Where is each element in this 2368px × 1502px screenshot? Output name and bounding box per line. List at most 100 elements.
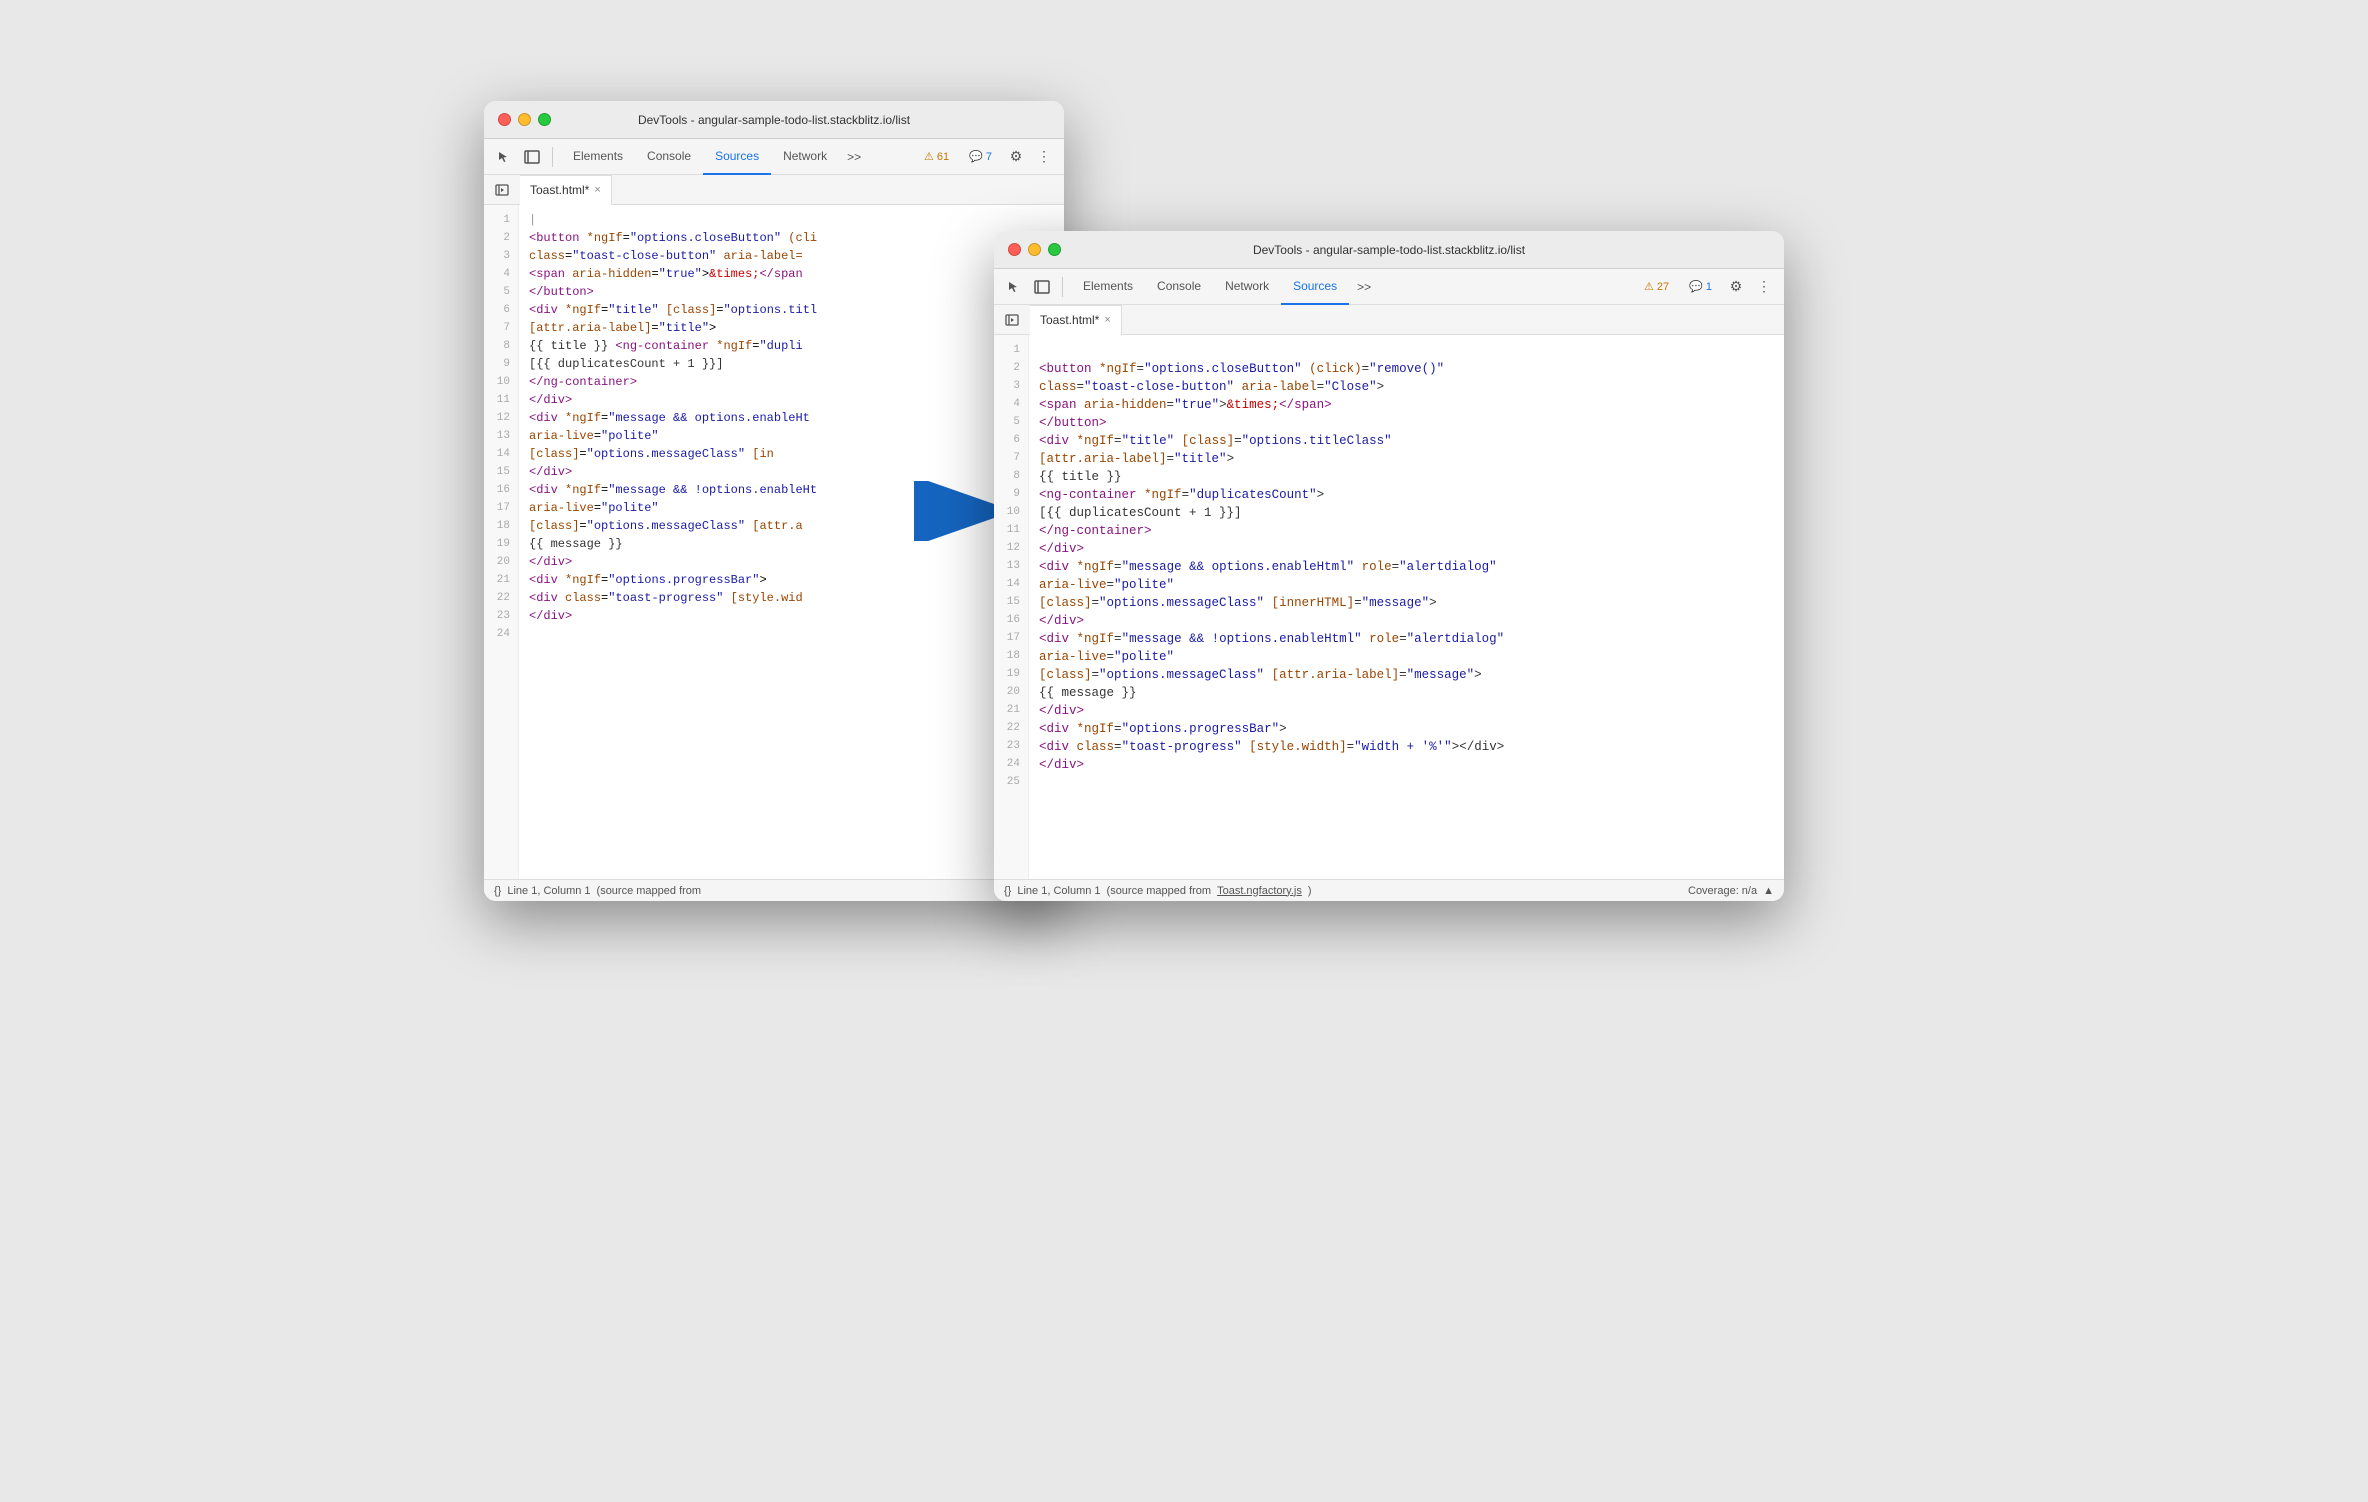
code-line: [class]="options.messageClass" [innerHTM…	[1039, 593, 1774, 611]
comment-badge-back[interactable]: 💬 7	[963, 148, 998, 165]
warning-icon-back: ⚠	[924, 150, 934, 163]
comment-count-front: 1	[1706, 281, 1712, 293]
source-map-front: (source mapped from	[1107, 885, 1212, 897]
comment-icon-back: 💬	[969, 150, 983, 163]
code-line: aria-live="polite"	[1039, 575, 1774, 593]
tab-bar-back: Elements Console Sources Network >>	[561, 139, 869, 175]
file-tab-close-front[interactable]: ×	[1104, 314, 1110, 326]
file-tab-name-back: Toast.html*	[530, 183, 589, 197]
source-map-link-front[interactable]: Toast.ngfactory.js	[1217, 885, 1302, 897]
warning-icon-front: ⚠	[1644, 280, 1654, 293]
code-line: <span aria-hidden="true">&times;</span>	[1039, 395, 1774, 413]
cursor-icon-back[interactable]	[492, 145, 516, 169]
tab-sources-back[interactable]: Sources	[703, 139, 771, 175]
minimize-button-back[interactable]	[518, 113, 531, 126]
file-tab-toast-back[interactable]: Toast.html* ×	[520, 175, 612, 205]
warning-count-front: 27	[1657, 281, 1669, 293]
code-lines-front: <button *ngIf="options.closeButton" (cli…	[1029, 335, 1784, 879]
cursor-position-back: Line 1, Column 1	[507, 885, 590, 897]
window-title-front: DevTools - angular-sample-todo-list.stac…	[1253, 243, 1525, 257]
tab-console-front[interactable]: Console	[1145, 269, 1213, 305]
tab-bar-front: Elements Console Network Sources >>	[1071, 269, 1379, 305]
code-line: </button>	[1039, 413, 1774, 431]
format-icon-back[interactable]: {}	[494, 885, 501, 897]
code-line: <div *ngIf="title" [class]="options.titl…	[1039, 431, 1774, 449]
code-area-back[interactable]: 12345 678910 1112131415 1617181920 21222…	[484, 205, 1064, 879]
code-line: </ng-container>	[1039, 521, 1774, 539]
tab-network-front[interactable]: Network	[1213, 269, 1281, 305]
status-bar-front: {} Line 1, Column 1 (source mapped from …	[994, 879, 1784, 901]
file-tab-name-front: Toast.html*	[1040, 313, 1099, 327]
code-area-front[interactable]: 12345 678910 1112131415 1617181920 21222…	[994, 335, 1784, 879]
toolbar-back: Elements Console Sources Network >> ⚠ 61…	[484, 139, 1064, 175]
close-button-back[interactable]	[498, 113, 511, 126]
tab-sources-front[interactable]: Sources	[1281, 269, 1349, 305]
more-options-icon-front[interactable]: ⋮	[1752, 275, 1776, 299]
code-lines-back: | <button *ngIf="options.closeButton" (c…	[519, 205, 1064, 879]
close-paren-front: )	[1308, 885, 1312, 897]
comment-badge-front[interactable]: 💬 1	[1683, 278, 1718, 295]
cursor-icon-front[interactable]	[1002, 275, 1026, 299]
settings-icon-back[interactable]: ⚙	[1004, 145, 1028, 169]
warning-badge-front[interactable]: ⚠ 27	[1638, 278, 1675, 295]
scroll-up-front[interactable]: ▲	[1763, 885, 1774, 897]
code-line: class="toast-close-button" aria-label="C…	[1039, 377, 1774, 395]
code-line: <div *ngIf="message && options.enableHtm…	[1039, 557, 1774, 575]
title-bar-front: DevTools - angular-sample-todo-list.stac…	[994, 231, 1784, 269]
code-line: <div class="toast-progress" [style.width…	[1039, 737, 1774, 755]
code-line: <ng-container *ngIf="duplicatesCount">	[1039, 485, 1774, 503]
separator-1-back	[552, 147, 553, 167]
window-title-back: DevTools - angular-sample-todo-list.stac…	[638, 113, 910, 127]
panel-icon-back[interactable]	[520, 145, 544, 169]
line-numbers-back: 12345 678910 1112131415 1617181920 21222…	[484, 205, 519, 879]
maximize-button-front[interactable]	[1048, 243, 1061, 256]
code-line: [{{ duplicatesCount + 1 }}]	[1039, 503, 1774, 521]
comment-icon-front: 💬	[1689, 280, 1703, 293]
tab-network-back[interactable]: Network	[771, 139, 839, 175]
file-tab-bar-front: Toast.html* ×	[994, 305, 1784, 335]
code-line: <div *ngIf="options.progressBar">	[1039, 719, 1774, 737]
code-line: </div>	[1039, 755, 1774, 773]
coverage-front: Coverage: n/a	[1688, 885, 1757, 897]
separator-1-front	[1062, 277, 1063, 297]
settings-icon-front[interactable]: ⚙	[1724, 275, 1748, 299]
code-line: [class]="options.messageClass" [attr.ari…	[1039, 665, 1774, 683]
file-tab-bar-back: Toast.html* ×	[484, 175, 1064, 205]
code-line: {{ message }}	[1039, 683, 1774, 701]
warning-count-back: 61	[937, 151, 949, 163]
traffic-lights-front	[994, 243, 1061, 256]
file-tab-close-back[interactable]: ×	[594, 184, 600, 196]
code-line: <div *ngIf="message && !options.enableHt…	[1039, 629, 1774, 647]
warning-badge-back[interactable]: ⚠ 61	[918, 148, 955, 165]
devtools-body-front: Elements Console Network Sources >> ⚠ 27…	[994, 269, 1784, 901]
code-line: <button *ngIf="options.closeButton" (cli…	[1039, 359, 1774, 377]
tab-more-back[interactable]: >>	[839, 150, 869, 164]
code-line	[1039, 341, 1774, 359]
tab-elements-back[interactable]: Elements	[561, 139, 635, 175]
more-options-icon-back[interactable]: ⋮	[1032, 145, 1056, 169]
panel-icon-front[interactable]	[1030, 275, 1054, 299]
tab-more-front[interactable]: >>	[1349, 280, 1379, 294]
maximize-button-back[interactable]	[538, 113, 551, 126]
code-line: {{ title }}	[1039, 467, 1774, 485]
code-line	[1039, 773, 1774, 791]
status-bar-back: {} Line 1, Column 1 (source mapped from	[484, 879, 1064, 901]
format-icon-front[interactable]: {}	[1004, 885, 1011, 897]
file-tab-toast-front[interactable]: Toast.html* ×	[1030, 305, 1122, 335]
code-line: </div>	[1039, 611, 1774, 629]
toolbar-front: Elements Console Network Sources >> ⚠ 27…	[994, 269, 1784, 305]
panel-toggle-back[interactable]	[492, 180, 512, 200]
devtools-front-window: DevTools - angular-sample-todo-list.stac…	[994, 231, 1784, 901]
tab-elements-front[interactable]: Elements	[1071, 269, 1145, 305]
tab-console-back[interactable]: Console	[635, 139, 703, 175]
close-button-front[interactable]	[1008, 243, 1021, 256]
title-bar-back: DevTools - angular-sample-todo-list.stac…	[484, 101, 1064, 139]
cursor-position-front: Line 1, Column 1	[1017, 885, 1100, 897]
minimize-button-front[interactable]	[1028, 243, 1041, 256]
code-line: aria-live="polite"	[1039, 647, 1774, 665]
code-line: </div>	[1039, 701, 1774, 719]
source-map-back: (source mapped from	[597, 885, 702, 897]
line-numbers-front: 12345 678910 1112131415 1617181920 21222…	[994, 335, 1029, 879]
code-line: [attr.aria-label]="title">	[1039, 449, 1774, 467]
panel-toggle-front[interactable]	[1002, 310, 1022, 330]
